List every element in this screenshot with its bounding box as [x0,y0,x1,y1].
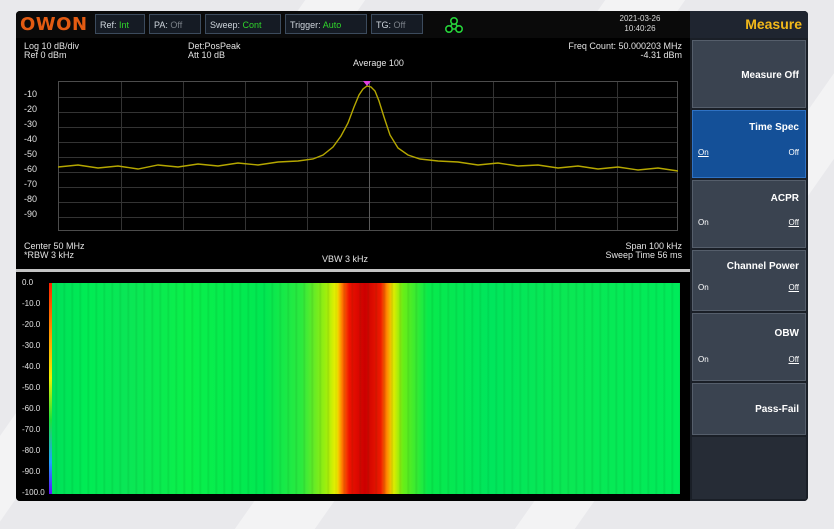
y-tick-label: -50 [24,149,38,159]
y-tick-label: -70 [24,179,38,189]
menu-title: Measure [690,11,808,38]
menu-empty-slot [692,437,806,499]
ref-value: Int [119,20,130,30]
channel-power-off-option[interactable]: Off [788,283,799,292]
trace-line [58,85,678,172]
status-bar: OWON Ref: Int PA: Off Sweep: Cont Trigge… [16,11,690,38]
atten-text: Att 10 dB [188,50,226,60]
sweep-value: Cont [242,20,262,30]
waterfall-color-bar [49,283,52,494]
ref-status[interactable]: Ref: Int [95,14,145,34]
menu-item-label: ACPR [770,193,799,204]
pa-value: Off [170,20,183,30]
time-spec-on-option[interactable]: On [698,148,709,157]
waterfall-tick-label: 0.0 [22,278,34,287]
time-spec-off-option[interactable]: Off [788,148,799,157]
menu-item-label: Measure Off [741,70,799,81]
menu-item-label: Pass-Fail [755,404,799,415]
trigger-value: Auto [322,20,342,30]
tg-label: TG: [376,20,391,30]
owon-logo: OWON [20,14,88,35]
rbw-text: *RBW 3 kHz [24,250,75,260]
menu-item-label: Time Spec [749,122,799,133]
waterfall-plot [50,283,680,494]
waterfall-tick-label: -40.0 [22,362,41,371]
pa-label: PA: [154,20,168,30]
waterfall-tick-label: -100.0 [22,488,45,497]
y-tick-label: -90 [24,209,38,219]
waterfall-tick-label: -20.0 [22,320,41,329]
marker-icon [363,81,371,86]
waterfall-tick-label: -80.0 [22,446,41,455]
spectrum-view[interactable]: Log 10 dB/div Ref 0 dBm Det:PosPeak Att … [16,38,690,269]
date-text: 2021-03-26 [619,14,661,23]
network-icon [444,16,464,34]
time-spec-button[interactable]: Time Spec On Off [692,110,806,178]
y-tick-label: -40 [24,134,38,144]
menu-item-label: Channel Power [726,261,799,272]
trigger-status[interactable]: Trigger: Auto [285,14,367,34]
menu-item-label: OBW [774,328,799,339]
waterfall-tick-label: -70.0 [22,425,41,434]
pa-status[interactable]: PA: Off [149,14,201,34]
trigger-label: Trigger: [290,20,321,30]
sweep-status[interactable]: Sweep: Cont [205,14,281,34]
acpr-on-option[interactable]: On [698,218,709,227]
ref-level-text: Ref 0 dBm [24,50,67,60]
y-tick-label: -30 [24,119,38,129]
channel-power-on-option[interactable]: On [698,283,709,292]
marker-power-text: -4.31 dBm [640,50,682,60]
y-tick-label: -80 [24,194,38,204]
waterfall-tick-label: -60.0 [22,404,41,413]
time-text: 10:40:26 [624,24,656,33]
channel-power-button[interactable]: Channel Power On Off [692,250,806,311]
waterfall-tick-label: -50.0 [22,383,41,392]
y-tick-label: -60 [24,164,38,174]
y-tick-label: -10 [24,89,38,99]
date-time: 2021-03-26 10:40:26 [610,14,670,34]
vbw-text: VBW 3 kHz [322,254,369,264]
tg-status[interactable]: TG: Off [371,14,423,34]
sweep-time-text: Sweep Time 56 ms [605,250,682,260]
obw-off-option[interactable]: Off [788,355,799,364]
measure-menu: Measure Measure Off Time Spec On Off ACP… [690,11,808,501]
spectrum-trace [58,81,678,172]
waterfall-tick-label: -90.0 [22,467,41,476]
waterfall-tick-label: -10.0 [22,299,41,308]
waterfall-tick-label: -30.0 [22,341,41,350]
acpr-button[interactable]: ACPR On Off [692,180,806,248]
average-text: Average 100 [353,58,404,68]
waterfall-view[interactable]: 0.0 -10.0 -20.0 -30.0 -40.0 -50.0 -60.0 … [16,272,690,501]
sweep-label: Sweep: [210,20,241,30]
ref-label: Ref: [100,20,117,30]
obw-button[interactable]: OBW On Off [692,313,806,381]
y-tick-label: -20 [24,104,38,114]
pass-fail-button[interactable]: Pass-Fail [692,383,806,435]
obw-on-option[interactable]: On [698,355,709,364]
acpr-off-option[interactable]: Off [788,218,799,227]
tg-value: Off [393,20,406,30]
measure-off-button[interactable]: Measure Off [692,40,806,108]
analyzer-screen: OWON Ref: Int PA: Off Sweep: Cont Trigge… [16,11,808,501]
waterfall-texture [50,283,680,494]
